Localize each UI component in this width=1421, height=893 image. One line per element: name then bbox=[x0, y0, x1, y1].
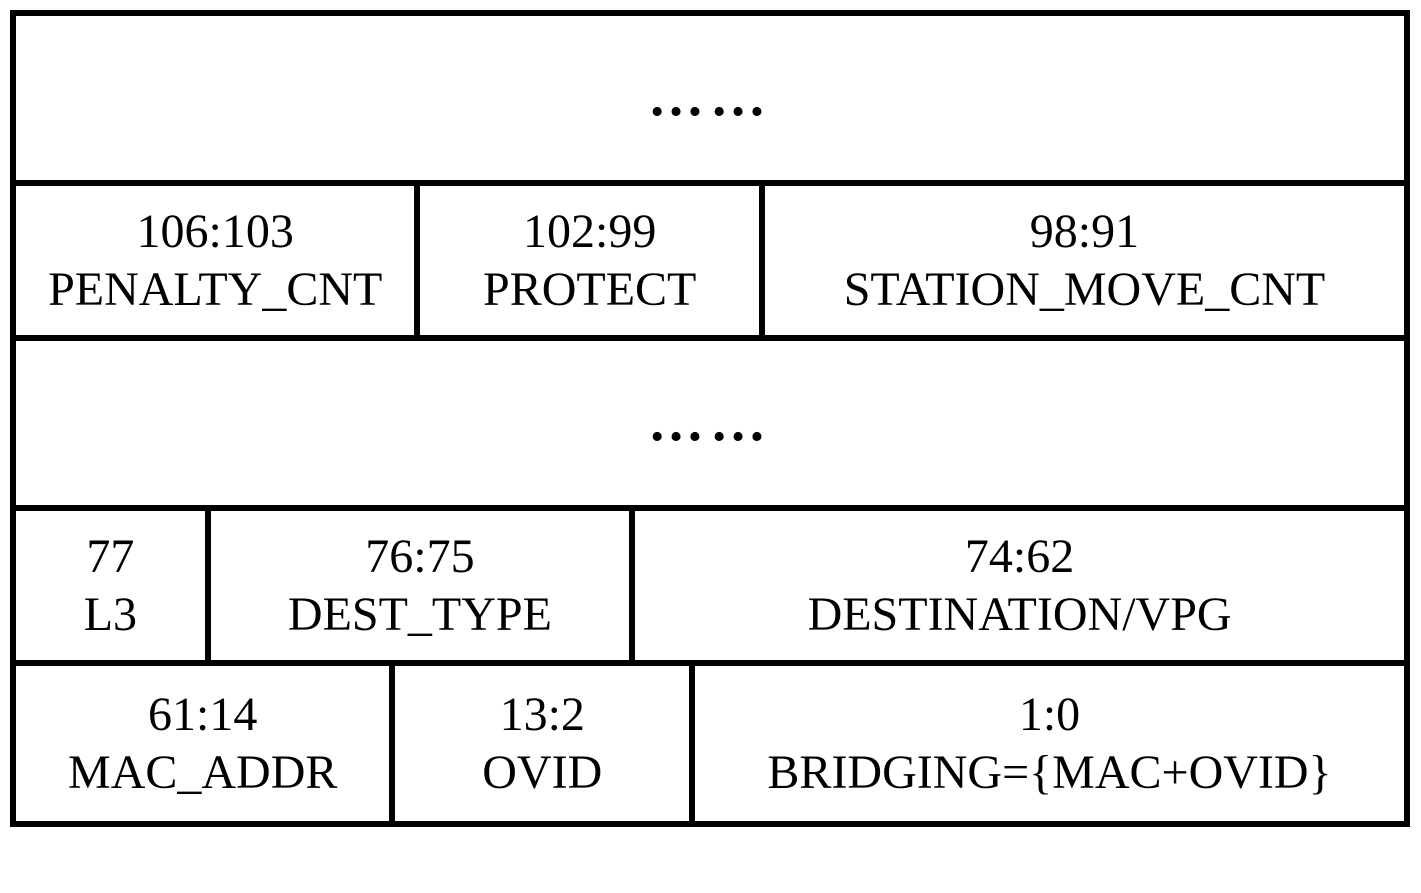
field-l3: 77 L3 bbox=[16, 511, 211, 660]
ellipsis-cell: …… bbox=[16, 16, 1404, 180]
table-row-ellipsis-top: …… bbox=[16, 16, 1404, 186]
field-name: MAC_ADDR bbox=[68, 744, 337, 802]
ellipsis-cell: …… bbox=[16, 341, 1404, 505]
field-protect: 102:99 PROTECT bbox=[420, 186, 765, 335]
field-name: DESTINATION/VPG bbox=[808, 586, 1232, 644]
field-station-move-cnt: 98:91 STATION_MOVE_CNT bbox=[765, 186, 1404, 335]
field-bits: 98:91 bbox=[1030, 203, 1139, 261]
register-layout-table: …… 106:103 PENALTY_CNT 102:99 PROTECT 98… bbox=[10, 10, 1410, 827]
table-row: 61:14 MAC_ADDR 13:2 OVID 1:0 BRIDGING={M… bbox=[16, 666, 1404, 821]
field-name: STATION_MOVE_CNT bbox=[844, 261, 1325, 319]
field-name: L3 bbox=[84, 586, 137, 644]
field-mac-addr: 61:14 MAC_ADDR bbox=[16, 666, 395, 821]
field-bits: 106:103 bbox=[137, 203, 294, 261]
table-row-ellipsis-mid: …… bbox=[16, 341, 1404, 511]
field-name: DEST_TYPE bbox=[288, 586, 552, 644]
table-row: 106:103 PENALTY_CNT 102:99 PROTECT 98:91… bbox=[16, 186, 1404, 341]
field-name: PENALTY_CNT bbox=[48, 261, 382, 319]
field-name: PROTECT bbox=[483, 261, 696, 319]
field-name: OVID bbox=[482, 744, 602, 802]
ellipsis-text: …… bbox=[648, 389, 772, 456]
field-bits: 74:62 bbox=[965, 528, 1074, 586]
field-bits: 61:14 bbox=[148, 686, 257, 744]
table-row: 77 L3 76:75 DEST_TYPE 74:62 DESTINATION/… bbox=[16, 511, 1404, 666]
field-bits: 77 bbox=[86, 528, 134, 586]
field-bits: 102:99 bbox=[523, 203, 656, 261]
ellipsis-text: …… bbox=[648, 64, 772, 131]
field-bits: 76:75 bbox=[365, 528, 474, 586]
field-destination-vpg: 74:62 DESTINATION/VPG bbox=[635, 511, 1404, 660]
field-dest-type: 76:75 DEST_TYPE bbox=[211, 511, 635, 660]
field-name: BRIDGING={MAC+OVID} bbox=[767, 744, 1331, 802]
field-penalty-cnt: 106:103 PENALTY_CNT bbox=[16, 186, 420, 335]
field-bits: 13:2 bbox=[500, 686, 585, 744]
field-ovid: 13:2 OVID bbox=[395, 666, 695, 821]
field-bits: 1:0 bbox=[1019, 686, 1080, 744]
field-bridging: 1:0 BRIDGING={MAC+OVID} bbox=[695, 666, 1404, 821]
